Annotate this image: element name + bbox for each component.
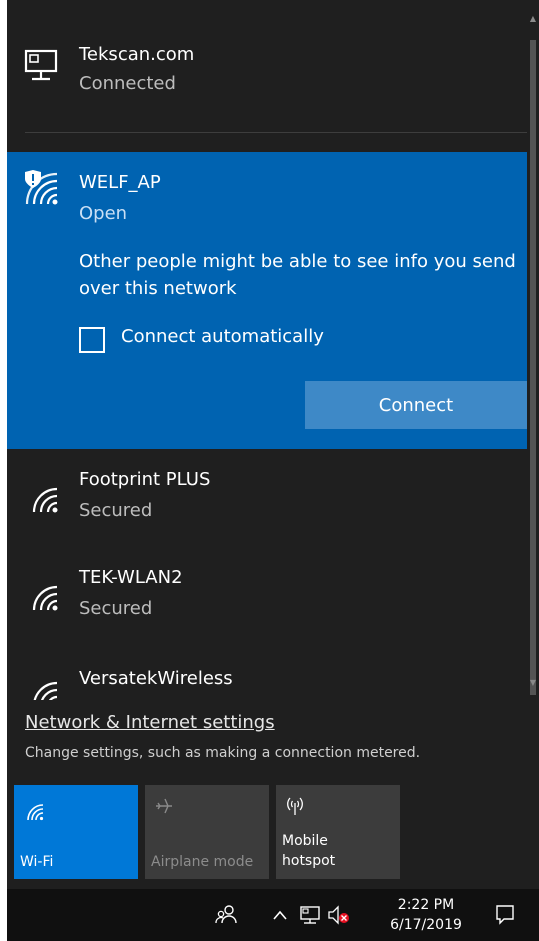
network-item-ethernet[interactable]: Tekscan.com Connected bbox=[7, 30, 527, 110]
action-center-icon[interactable] bbox=[494, 903, 516, 925]
volume-muted-icon[interactable] bbox=[327, 904, 351, 926]
hotspot-tile-label-line1: Mobile bbox=[282, 833, 328, 849]
scroll-down-arrow-icon[interactable]: ▼ bbox=[528, 678, 538, 688]
network-flyout: Tekscan.com Connected WELF_AP Open Other… bbox=[7, 0, 539, 889]
network-name: Tekscan.com bbox=[79, 44, 195, 65]
wifi-icon bbox=[27, 804, 44, 821]
scrollbar-thumb[interactable] bbox=[530, 40, 536, 695]
network-name: Footprint PLUS bbox=[79, 469, 211, 490]
network-list: Tekscan.com Connected WELF_AP Open Other… bbox=[7, 0, 539, 700]
taskbar: 2:22 PM 6/17/2019 bbox=[7, 889, 539, 941]
taskbar-clock[interactable]: 2:22 PM 6/17/2019 bbox=[387, 895, 465, 935]
hotspot-tile-label-line2: hotspot bbox=[282, 853, 336, 869]
network-item-versatek-wireless[interactable]: VersatekWireless bbox=[7, 648, 527, 700]
wifi-open-shield-icon bbox=[25, 170, 58, 205]
open-network-warning: Other people might be able to see info y… bbox=[79, 251, 516, 299]
clock-date: 6/17/2019 bbox=[390, 917, 462, 933]
network-item-footprint-plus[interactable]: Footprint PLUS Secured bbox=[7, 452, 527, 546]
connect-automatically-checkbox[interactable] bbox=[79, 327, 105, 353]
network-status: Secured bbox=[79, 500, 153, 521]
airplane-mode-tile[interactable]: Airplane mode bbox=[145, 785, 269, 879]
chevron-up-icon[interactable] bbox=[272, 909, 288, 921]
network-name: VersatekWireless bbox=[79, 668, 233, 689]
wifi-icon bbox=[32, 487, 58, 513]
network-settings-description: Change settings, such as making a connec… bbox=[25, 745, 421, 761]
hotspot-icon bbox=[287, 797, 303, 815]
connect-automatically-label[interactable]: Connect automatically bbox=[121, 326, 324, 347]
wifi-toggle-tile[interactable]: Wi-Fi bbox=[14, 785, 138, 879]
network-item-tek-wlan2[interactable]: TEK-WLAN2 Secured bbox=[7, 550, 527, 644]
divider bbox=[25, 132, 527, 133]
airplane-icon bbox=[156, 798, 172, 814]
wifi-icon bbox=[33, 681, 58, 700]
network-status: Open bbox=[79, 203, 128, 224]
clock-time: 2:22 PM bbox=[397, 897, 455, 913]
network-settings-link[interactable]: Network & Internet settings bbox=[25, 712, 275, 733]
airplane-tile-label: Airplane mode bbox=[151, 854, 254, 870]
people-icon[interactable] bbox=[215, 903, 237, 925]
network-status: Connected bbox=[79, 73, 176, 94]
wifi-tile-label: Wi-Fi bbox=[20, 854, 54, 870]
wifi-icon bbox=[32, 585, 58, 611]
ethernet-icon bbox=[24, 49, 58, 81]
connect-button[interactable]: Connect bbox=[305, 381, 527, 429]
mobile-hotspot-tile[interactable]: Mobile hotspot bbox=[276, 785, 400, 879]
network-name: TEK-WLAN2 bbox=[79, 567, 183, 588]
network-status: Secured bbox=[79, 598, 153, 619]
network-name: WELF_AP bbox=[79, 172, 161, 193]
scroll-up-arrow-icon[interactable]: ▲ bbox=[528, 14, 538, 24]
network-ethernet-tray-icon[interactable] bbox=[299, 904, 321, 926]
